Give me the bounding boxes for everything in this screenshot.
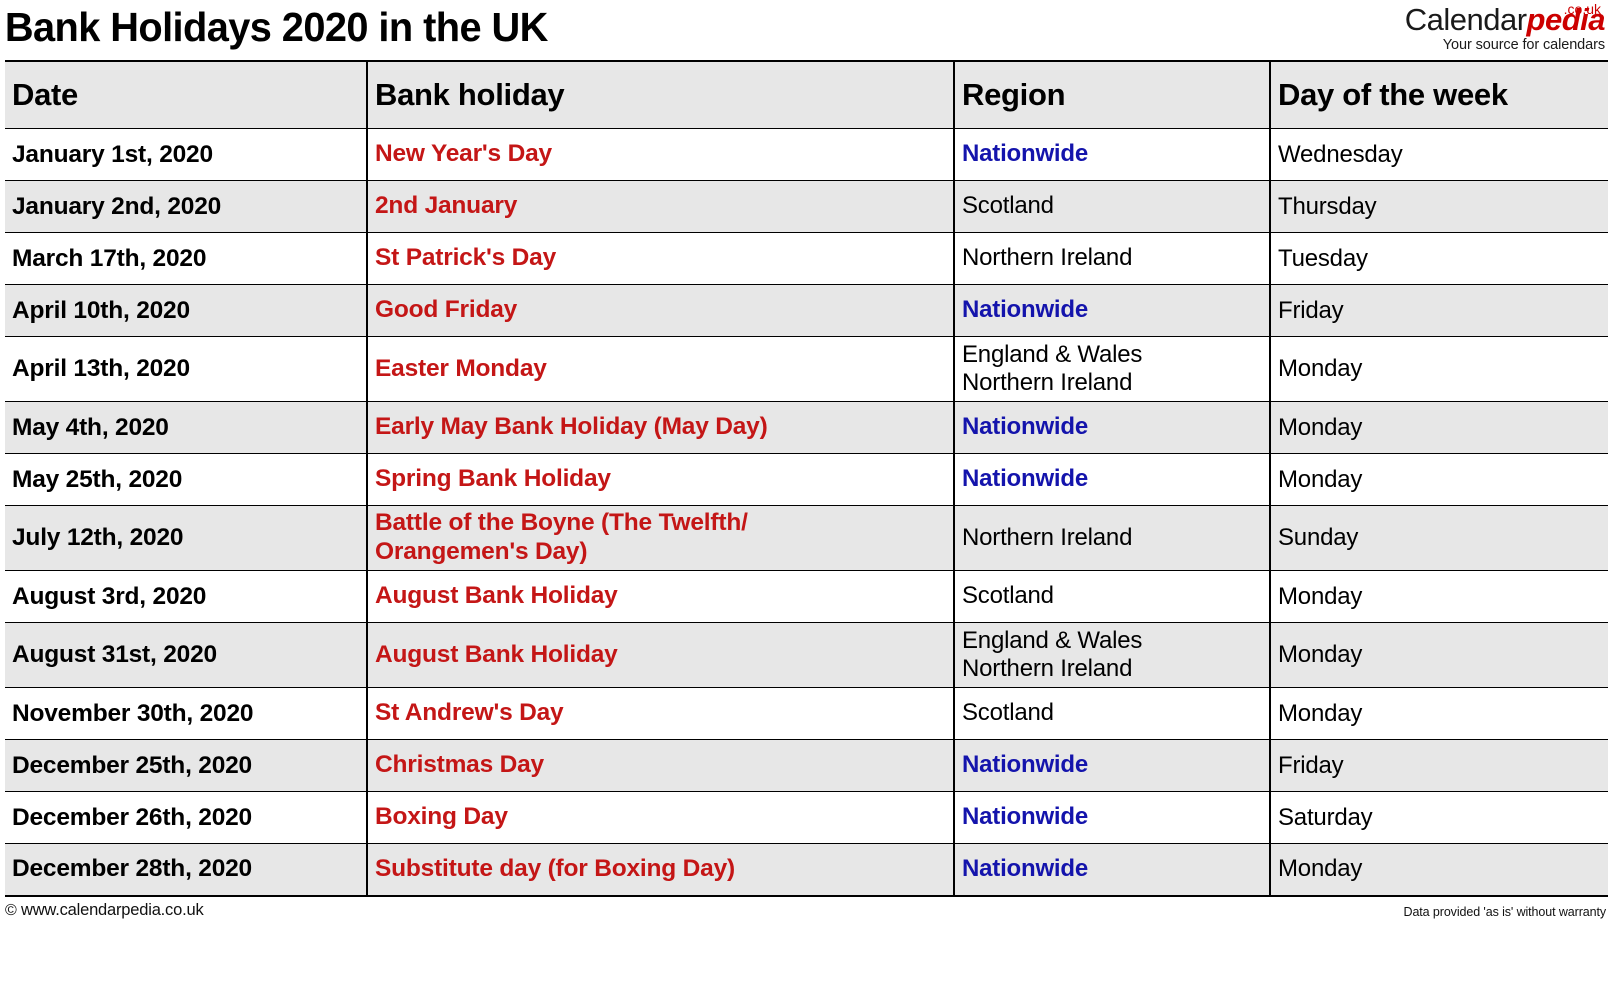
cell-region: Scotland	[954, 570, 1271, 623]
cell-day-of-week: Thursday	[1270, 180, 1608, 233]
cell-date: April 13th, 2020	[5, 336, 368, 402]
cell-bank-holiday-line1: Battle of the Boyne (The Twelfth/	[375, 509, 748, 537]
table-row: December 28th, 2020 Substitute day (for B…	[5, 843, 1608, 896]
bank-holidays-table: Date Bank holiday Region Day of the week…	[5, 60, 1608, 897]
cell-bank-holiday: Early May Bank Holiday (May Day)	[367, 401, 955, 454]
table-header-row: Date Bank holiday Region Day of the week	[5, 61, 1608, 129]
table-row: August 31st, 2020 August Bank Holiday Engl…	[5, 622, 1608, 688]
page-header: Bank Holidays 2020 in the UK Calendarped…	[0, 0, 1613, 60]
cell-region: Scotland	[954, 687, 1271, 740]
cell-day-of-week: Monday	[1270, 401, 1608, 454]
logo-tagline: Your source for calendars	[1442, 37, 1605, 53]
cell-day-of-week: Saturday	[1270, 791, 1608, 844]
cell-day-of-week: Friday	[1270, 739, 1608, 792]
cell-date: December 25th, 2020	[5, 739, 368, 792]
cell-region: Nationwide	[954, 284, 1271, 337]
cell-date: December 28th, 2020	[5, 843, 368, 896]
table-row: July 12th, 2020 Battle of the Boyne (The …	[5, 505, 1608, 571]
table-row: May 4th, 2020 Early May Bank Holiday (May…	[5, 401, 1608, 454]
column-header-day-of-week: Day of the week	[1270, 61, 1608, 129]
cell-day-of-week: Monday	[1270, 336, 1608, 402]
cell-bank-holiday: 2nd January	[367, 180, 955, 233]
cell-date: July 12th, 2020	[5, 505, 368, 571]
cell-day-of-week: Monday	[1270, 570, 1608, 623]
cell-bank-holiday: Boxing Day	[367, 791, 955, 844]
copyright-icon: ©	[5, 901, 17, 919]
cell-region: Northern Ireland	[954, 232, 1271, 285]
table-row: April 13th, 2020 Easter Monday England & W…	[5, 336, 1608, 402]
cell-day-of-week: Monday	[1270, 622, 1608, 688]
cell-bank-holiday: St Patrick's Day	[367, 232, 955, 285]
cell-day-of-week: Wednesday	[1270, 128, 1608, 181]
cell-date: March 17th, 2020	[5, 232, 368, 285]
table-row: December 25th, 2020 Christmas Day Nationwi…	[5, 739, 1608, 792]
table-row: May 25th, 2020 Spring Bank Holiday Nationw…	[5, 453, 1608, 506]
cell-region: Nationwide	[954, 791, 1271, 844]
table-row: January 1st, 2020 New Year's Day Nationwid…	[5, 128, 1608, 181]
calendarpedia-logo[interactable]: Calendarpedia .co.uk Your source for cal…	[1405, 0, 1613, 53]
cell-bank-holiday: August Bank Holiday	[367, 570, 955, 623]
cell-date: December 26th, 2020	[5, 791, 368, 844]
table-row: November 30th, 2020 St Andrew's Day Scotla…	[5, 687, 1608, 740]
cell-day-of-week: Tuesday	[1270, 232, 1608, 285]
calendar-page: Bank Holidays 2020 in the UK Calendarped…	[0, 0, 1613, 986]
column-header-region: Region	[954, 61, 1271, 129]
disclaimer-text: Data provided 'as is' without warranty	[1403, 904, 1607, 919]
cell-region: Scotland	[954, 180, 1271, 233]
column-header-bank-holiday: Bank holiday	[367, 61, 955, 129]
cell-date: August 31st, 2020	[5, 622, 368, 688]
cell-region: Nationwide	[954, 128, 1271, 181]
cell-region-line1: England & Wales	[962, 340, 1143, 368]
logo-wordmark: Calendarpedia .co.uk	[1404, 0, 1606, 37]
cell-region: Nationwide	[954, 739, 1271, 792]
cell-date: April 10th, 2020	[5, 284, 368, 337]
cell-region-line2: Northern Ireland	[962, 369, 1133, 396]
page-footer: © www.calendarpedia.co.uk Data provided …	[0, 897, 1613, 935]
cell-bank-holiday: Battle of the Boyne (The Twelfth/Orangem…	[367, 505, 955, 571]
cell-day-of-week: Monday	[1270, 843, 1608, 896]
cell-bank-holiday: Good Friday	[367, 284, 955, 337]
table-header: Date Bank holiday Region Day of the week	[5, 61, 1608, 129]
table-body: January 1st, 2020 New Year's Day Nationwid…	[5, 128, 1608, 896]
copyright-notice: © www.calendarpedia.co.uk	[5, 901, 204, 920]
cell-region: Nationwide	[954, 843, 1271, 896]
cell-date: November 30th, 2020	[5, 687, 368, 740]
cell-date: January 2nd, 2020	[5, 180, 368, 233]
cell-bank-holiday-line2: Orangemen's Day)	[375, 538, 588, 565]
column-header-date: Date	[5, 61, 368, 129]
cell-region: England & Wales Northern Ireland	[954, 336, 1271, 402]
cell-date: May 25th, 2020	[5, 453, 368, 506]
cell-day-of-week: Sunday	[1270, 505, 1608, 571]
table-row: March 17th, 2020 St Patrick's Day Northern…	[5, 232, 1608, 285]
cell-bank-holiday: New Year's Day	[367, 128, 955, 181]
cell-date: May 4th, 2020	[5, 401, 368, 454]
table-row: December 26th, 2020 Boxing Day Nationwide S…	[5, 791, 1608, 844]
table-row: April 10th, 2020 Good Friday Nationwide Fri…	[5, 284, 1608, 337]
cell-region: Northern Ireland	[954, 505, 1271, 571]
copyright-url[interactable]: www.calendarpedia.co.uk	[21, 901, 204, 919]
logo-text-calendar: Calendar	[1404, 2, 1527, 37]
cell-day-of-week: Friday	[1270, 284, 1608, 337]
cell-bank-holiday: Christmas Day	[367, 739, 955, 792]
cell-region-line1: England & Wales	[962, 626, 1143, 654]
cell-bank-holiday: St Andrew's Day	[367, 687, 955, 740]
cell-date: August 3rd, 2020	[5, 570, 368, 623]
table-row: August 3rd, 2020 August Bank Holiday Scotl…	[5, 570, 1608, 623]
logo-tld: .co.uk	[1563, 1, 1601, 17]
cell-region: Nationwide	[954, 401, 1271, 454]
cell-bank-holiday: Substitute day (for Boxing Day)	[367, 843, 955, 896]
cell-bank-holiday: Easter Monday	[367, 336, 955, 402]
cell-region-line2: Northern Ireland	[962, 655, 1133, 682]
cell-bank-holiday: August Bank Holiday	[367, 622, 955, 688]
page-title: Bank Holidays 2020 in the UK	[4, 4, 548, 50]
cell-bank-holiday: Spring Bank Holiday	[367, 453, 955, 506]
cell-day-of-week: Monday	[1270, 453, 1608, 506]
table-row: January 2nd, 2020 2nd January Scotland Thur…	[5, 180, 1608, 233]
cell-day-of-week: Monday	[1270, 687, 1608, 740]
cell-region: Nationwide	[954, 453, 1271, 506]
cell-date: January 1st, 2020	[5, 128, 368, 181]
cell-region: England & Wales Northern Ireland	[954, 622, 1271, 688]
